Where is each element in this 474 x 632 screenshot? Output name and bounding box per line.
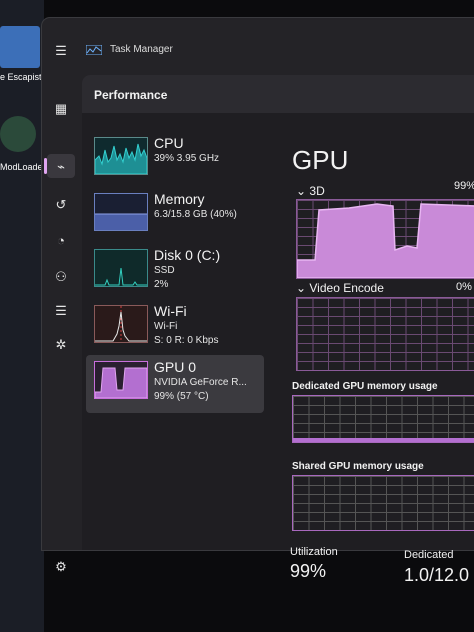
escapist-app-icon[interactable] bbox=[0, 26, 40, 68]
cpu-thumbnail-graph bbox=[94, 137, 148, 175]
services-icon[interactable]: ✲ bbox=[52, 336, 70, 354]
cpu-stats: 39% 3.95 GHz bbox=[154, 153, 220, 164]
modloader-label: ModLoade bbox=[0, 162, 43, 172]
cpu-name: CPU bbox=[154, 135, 184, 151]
users-icon[interactable]: ⚇ bbox=[52, 268, 70, 286]
memory-name: Memory bbox=[154, 191, 205, 207]
gpu-usage: 99% (57 °C) bbox=[154, 391, 209, 402]
perf-item-disk[interactable]: Disk 0 (C:) SSD 2% bbox=[86, 243, 264, 301]
wifi-throughput: S: 0 R: 0 Kbps bbox=[154, 335, 219, 346]
perf-item-gpu[interactable]: GPU 0 NVIDIA GeForce R... 99% (57 °C) bbox=[86, 355, 264, 413]
utilization-label: Utilization bbox=[290, 546, 338, 558]
engine2-percent: 0% bbox=[456, 281, 472, 293]
dedicated-memory-graph bbox=[292, 395, 474, 443]
app-logo-icon bbox=[86, 45, 102, 55]
perf-item-cpu[interactable]: CPU 39% 3.95 GHz bbox=[86, 131, 264, 189]
utilization-value: 99% bbox=[290, 561, 327, 581]
disk-usage: 2% bbox=[154, 279, 169, 290]
disk-name: Disk 0 (C:) bbox=[154, 247, 221, 263]
memory-stats: 6.3/15.8 GB (40%) bbox=[154, 209, 237, 220]
memory-thumbnail-graph bbox=[94, 193, 148, 231]
hamburger-icon[interactable]: ☰ bbox=[52, 42, 70, 60]
shared-memory-graph bbox=[292, 475, 474, 531]
video-encode-graph bbox=[296, 297, 474, 371]
dedicated-memory-label: Dedicated GPU memory usage bbox=[292, 381, 438, 392]
gpu-name: GPU 0 bbox=[154, 359, 197, 375]
title-bar[interactable]: ☰ Task Manager bbox=[42, 18, 474, 58]
app-history-icon[interactable]: ↺ bbox=[52, 196, 70, 214]
perf-item-wifi[interactable]: Wi-Fi Wi-Fi S: 0 R: 0 Kbps bbox=[86, 299, 264, 357]
processes-icon[interactable]: ▦ bbox=[52, 100, 70, 118]
disk-type: SSD bbox=[154, 265, 175, 276]
engine2-label: Video Encode bbox=[309, 281, 384, 295]
desktop: e Escapist ModLoade bbox=[0, 0, 44, 632]
performance-icon[interactable]: ⌁ bbox=[52, 158, 70, 176]
wifi-thumbnail-graph bbox=[94, 305, 148, 343]
settings-icon[interactable]: ⚙ bbox=[52, 558, 70, 576]
sidebar: ▦ ⌁ ↺ ◔ ⚇ ☰ ✲ ⚙ bbox=[42, 62, 82, 574]
engine1-percent: 99% bbox=[454, 180, 474, 192]
page-title: Performance bbox=[94, 88, 168, 102]
task-manager-window: ☰ Task Manager ▦ ⌁ ↺ ◔ ⚇ ☰ ✲ ⚙ Performan… bbox=[42, 18, 474, 585]
disk-thumbnail-graph bbox=[94, 249, 148, 287]
wifi-name: Wi-Fi bbox=[154, 303, 187, 319]
startup-icon[interactable]: ◔ bbox=[52, 232, 70, 250]
performance-header: Performance bbox=[82, 75, 474, 113]
wifi-adapter: Wi-Fi bbox=[154, 321, 178, 332]
dedicated-memory-stat-label: Dedicated bbox=[404, 549, 454, 561]
gpu-thumbnail-graph bbox=[94, 361, 148, 399]
3d-usage-graph bbox=[296, 199, 474, 279]
active-indicator bbox=[44, 158, 47, 174]
escapist-label: e Escapist bbox=[0, 72, 42, 82]
gpu-model: NVIDIA GeForce R... bbox=[154, 377, 247, 388]
shared-memory-label: Shared GPU memory usage bbox=[292, 461, 424, 472]
dedicated-memory-stat-value: 1.0/12.0 bbox=[404, 565, 470, 585]
engine2-selector[interactable]: ⌄ Video Encode bbox=[296, 281, 384, 295]
detail-title: GPU bbox=[292, 145, 349, 175]
3d-usage-series bbox=[297, 203, 474, 278]
performance-panel: Performance CPU 39% 3.95 GHz Memory 6.3/… bbox=[82, 75, 474, 585]
details-icon[interactable]: ☰ bbox=[52, 302, 70, 320]
window-title: Task Manager bbox=[110, 44, 173, 55]
dedicated-memory-fill bbox=[293, 438, 474, 442]
engine1-selector[interactable]: ⌄ 3D bbox=[296, 184, 325, 198]
engine1-label: 3D bbox=[309, 184, 325, 198]
modloader-app-icon[interactable] bbox=[0, 116, 36, 152]
perf-item-memory[interactable]: Memory 6.3/15.8 GB (40%) bbox=[86, 187, 264, 245]
